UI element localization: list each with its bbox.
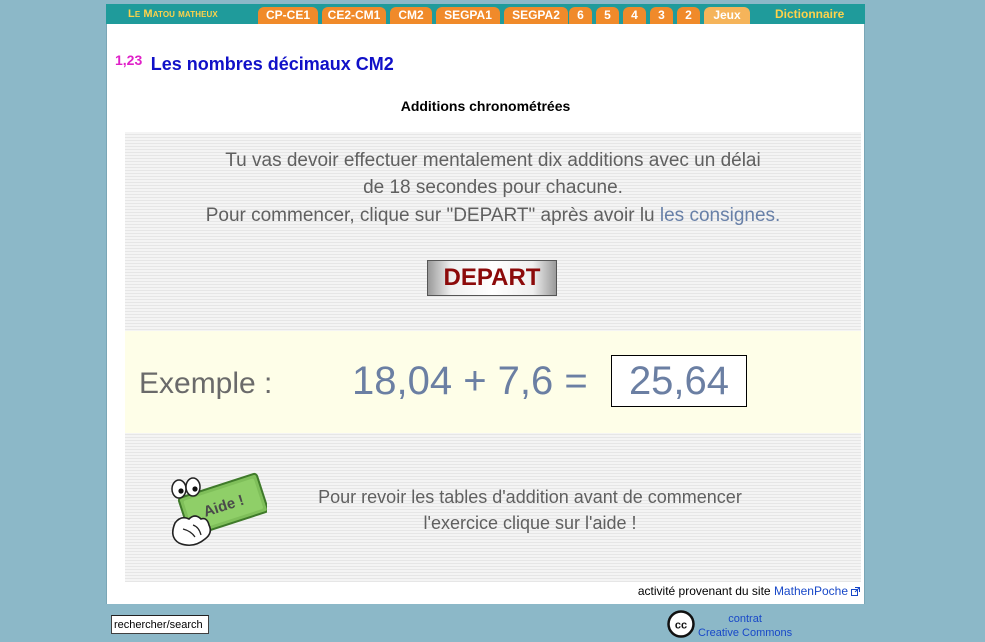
mathenpoche-link[interactable]: MathenPoche	[774, 584, 848, 598]
cc-line-2: Creative Commons	[698, 627, 793, 639]
activity-area: Tu vas devoir effectuer mentalement dix …	[125, 132, 861, 582]
tab-jeux[interactable]: Jeux	[704, 7, 750, 24]
tab-3[interactable]: 3	[650, 7, 673, 24]
tab-4[interactable]: 4	[623, 7, 646, 24]
source-prefix: activité provenant du site	[637, 584, 774, 598]
activity-subtitle: Additions chronométrées	[400, 98, 571, 114]
tab-5[interactable]: 5	[596, 7, 619, 24]
example-label: Exemple :	[139, 367, 273, 400]
svg-text:cc: cc	[675, 620, 687, 632]
instruction-line-1: Tu vas devoir effectuer mentalement dix …	[225, 150, 761, 171]
tab-ce2-cm1[interactable]: CE2-CM1	[322, 7, 386, 24]
cc-icon[interactable]: cc	[667, 610, 695, 638]
main-panel: 1,23 Les nombres décimaux CM2 Additions …	[106, 24, 865, 604]
example-box: Exemple : 18,04 + 7,6 = 25,64	[125, 331, 861, 433]
search-input[interactable]	[111, 615, 209, 634]
external-link-icon[interactable]	[851, 587, 860, 596]
tab-6[interactable]: 6	[569, 7, 592, 24]
tab-segpa2[interactable]: SEGPA2	[504, 7, 568, 24]
brand-e: e	[134, 8, 141, 20]
instruction-line-3-text: Pour commencer, clique sur "DEPART" aprè…	[205, 205, 660, 226]
title-text: Les nombres décimaux CM2	[150, 54, 394, 74]
tab-2[interactable]: 2	[677, 7, 700, 24]
tab-cm2[interactable]: CM2	[390, 7, 432, 24]
tab-segpa1[interactable]: SEGPA1	[436, 7, 500, 24]
brand-rest: atou matheux	[152, 8, 218, 20]
example-answer: 25,64	[611, 355, 747, 407]
instruction-line-2: de 18 secondes pour chacune.	[363, 177, 623, 198]
tab-cp-ce1[interactable]: CP-CE1	[258, 7, 318, 24]
example-equation: 18,04 + 7,6 =	[352, 359, 588, 403]
brand-initial: L	[128, 8, 135, 20]
consignes-link[interactable]: les consignes.	[660, 205, 780, 226]
creative-commons-link[interactable]: contrat Creative Commons	[698, 612, 792, 640]
brand-m: M	[143, 8, 153, 20]
aide-text-line-2: l'exercice clique sur l'aide !	[423, 513, 637, 533]
dictionary-link[interactable]: Dictionnaire	[775, 7, 844, 21]
aide-sign-hand-icon[interactable]: Aide !	[163, 467, 267, 553]
brand-logo[interactable]: Le Matou matheux	[128, 8, 218, 20]
source-credit: activité provenant du site MathenPoche	[638, 584, 860, 598]
top-navigation: Le Matou matheux CP-CE1 CE2-CM1 CM2 SEGP…	[106, 4, 865, 24]
instruction-line-3: Pour commencer, clique sur "DEPART" aprè…	[125, 205, 861, 227]
depart-button[interactable]: DEPART	[427, 260, 557, 296]
cc-line-1: contrat	[728, 613, 762, 625]
title-number: 1,23	[115, 52, 143, 68]
page-title: 1,23 Les nombres décimaux CM2	[115, 52, 394, 75]
aide-text-line-1: Pour revoir les tables d'addition avant …	[318, 487, 742, 507]
